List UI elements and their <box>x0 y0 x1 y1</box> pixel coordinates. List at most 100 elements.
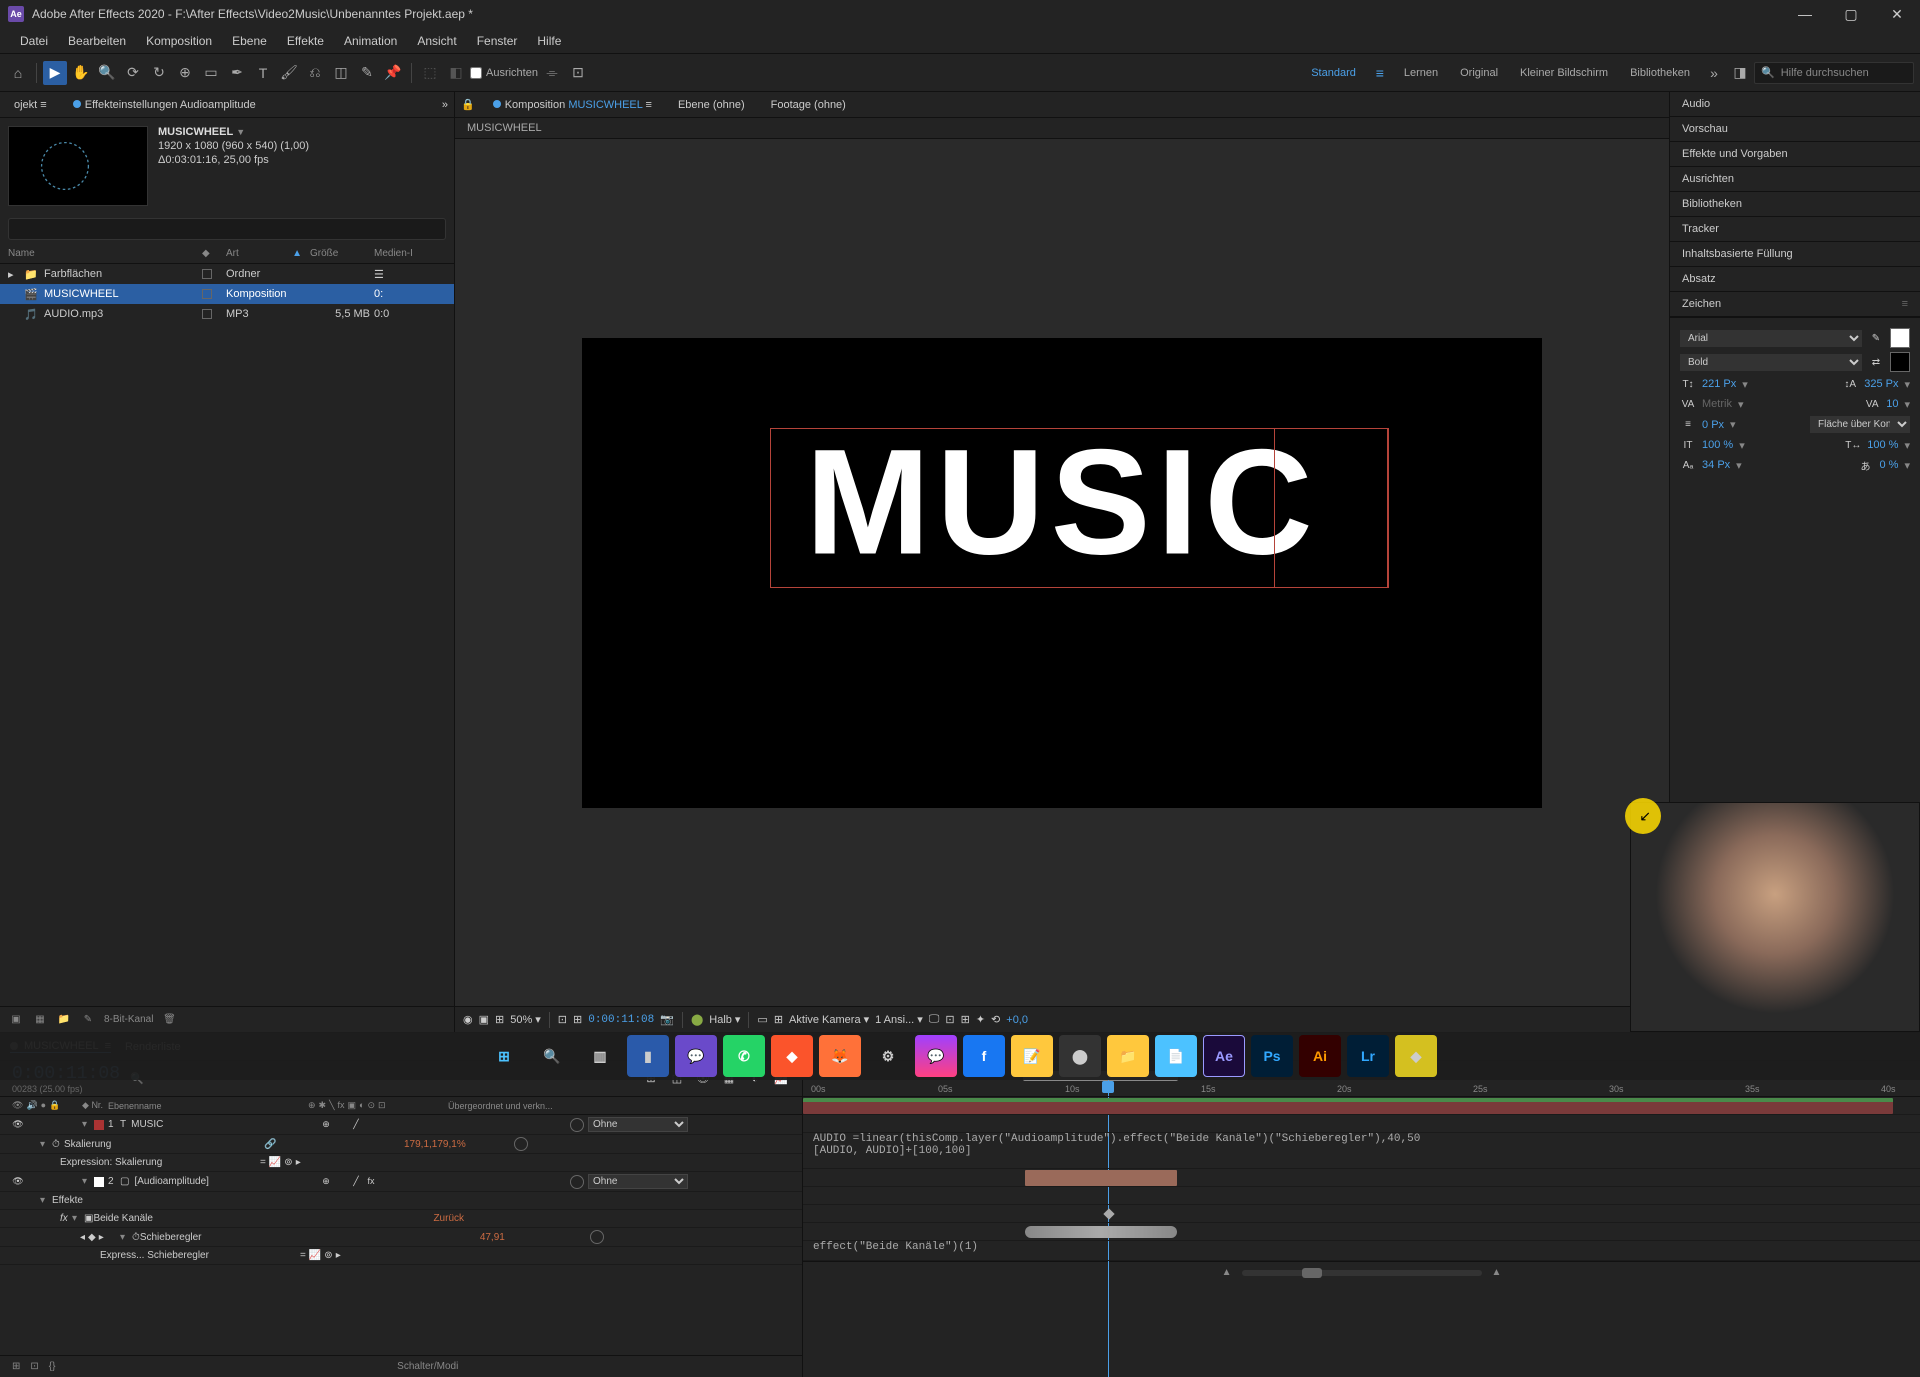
font-weight-select[interactable]: Bold <box>1680 354 1862 371</box>
switches-modes-toggle[interactable]: Schalter/Modi <box>397 1361 458 1372</box>
col-size[interactable]: Größe <box>310 248 370 259</box>
layer-row-audioamp[interactable]: 👁 ▾ 2 ▢[Audioamplitude] ⊕╱fx Ohne <box>0 1172 802 1192</box>
tab-footage[interactable]: Footage (ohne) <box>763 95 854 115</box>
panel-absatz[interactable]: Absatz <box>1670 267 1920 292</box>
keyframe-icon[interactable] <box>1103 1208 1114 1219</box>
roto-tool[interactable]: ✎ <box>355 61 379 85</box>
fx-enabled-icon[interactable]: ▣ <box>84 1213 93 1224</box>
tsume-value[interactable]: 0 % <box>1880 459 1899 471</box>
col-parent[interactable]: Übergeordnet und verkn... <box>448 1101 790 1111</box>
mask-visibility-icon[interactable]: ⊞ <box>495 1013 504 1026</box>
exposure-value[interactable]: +0,0 <box>1006 1014 1028 1026</box>
workspace-bib[interactable]: Bibliotheken <box>1620 63 1700 83</box>
camera-dropdown[interactable]: Aktive Kamera ▾ <box>789 1013 869 1026</box>
stroke-color-swatch[interactable] <box>1890 352 1910 372</box>
brush-tool[interactable]: 🖌 <box>277 61 301 85</box>
vscale-value[interactable]: 100 % <box>1702 439 1733 451</box>
col-label-icon[interactable]: ◆ <box>202 248 222 259</box>
scale-value[interactable]: 179,1,179,1% <box>404 1139 514 1150</box>
taskbar-lr-icon[interactable]: Lr <box>1347 1035 1389 1077</box>
comp-breadcrumb[interactable]: MUSICWHEEL <box>455 118 1669 139</box>
new-comp-icon[interactable]: ▦ <box>32 1012 48 1028</box>
link-icon[interactable]: 🔗 <box>264 1139 276 1150</box>
pickwhip-icon[interactable] <box>514 1137 528 1151</box>
eraser-tool[interactable]: ◫ <box>329 61 353 85</box>
col-art[interactable]: Art▲ <box>226 248 306 259</box>
timeline-nav[interactable]: ▲ ▲ <box>803 1261 1920 1283</box>
panel-ausrichten[interactable]: Ausrichten <box>1670 167 1920 192</box>
tracking-value[interactable]: 10 <box>1886 398 1898 410</box>
panel-effekte[interactable]: Effekte und Vorgaben <box>1670 142 1920 167</box>
composition-canvas[interactable]: MUSIC <box>582 338 1542 808</box>
viewer-lock-icon[interactable]: 🔒 <box>461 98 475 111</box>
panel-tracker[interactable]: Tracker <box>1670 217 1920 242</box>
effect-beide-kanaele[interactable]: fx ▾▣ Beide Kanäle Zurück <box>0 1210 802 1228</box>
taskbar-brave-icon[interactable]: ◆ <box>771 1035 813 1077</box>
layer-label[interactable] <box>94 1177 104 1187</box>
panel-content-fill[interactable]: Inhaltsbasierte Füllung <box>1670 242 1920 267</box>
toggle-switches-icon[interactable]: ⊞ <box>12 1361 20 1372</box>
workspace-lernen[interactable]: Lernen <box>1394 63 1448 83</box>
anchor-tool[interactable]: ⊕ <box>173 61 197 85</box>
menu-komposition[interactable]: Komposition <box>136 30 222 52</box>
panel-overflow-icon[interactable]: » <box>442 99 448 111</box>
prop-schieberegler[interactable]: ◂◆▸ ▾⏱ Schieberegler 47,91 <box>0 1228 802 1247</box>
taskbar-start-icon[interactable]: ⊞ <box>483 1035 525 1077</box>
tab-effect-controls[interactable]: Effekteinstellungen Audioamplitude <box>65 95 264 115</box>
minimize-button[interactable]: — <box>1782 0 1828 28</box>
taskbar-ae-icon[interactable]: Ae <box>1203 1035 1245 1077</box>
stroke-width-value[interactable]: 0 Px <box>1702 419 1724 431</box>
baseline-value[interactable]: 34 Px <box>1702 459 1730 471</box>
pixel-aspect-icon[interactable]: ⊡ <box>945 1013 954 1026</box>
views-dropdown[interactable]: 1 Ansi... ▾ <box>875 1013 923 1026</box>
panel-zeichen[interactable]: Zeichen≡ <box>1670 292 1920 317</box>
leading-value[interactable]: 325 Px <box>1864 378 1898 390</box>
zoom-tool[interactable]: 🔍 <box>95 61 119 85</box>
text-tool[interactable]: T <box>251 61 275 85</box>
comp-thumbnail[interactable] <box>8 126 148 206</box>
pickwhip-icon[interactable] <box>570 1118 584 1132</box>
panel-vorschau[interactable]: Vorschau <box>1670 117 1920 142</box>
expr-menu-icon[interactable]: ▸ <box>336 1250 341 1261</box>
transparency-grid-icon[interactable]: ⊞ <box>573 1013 582 1026</box>
roi-icon[interactable]: ▭ <box>757 1013 767 1026</box>
interpret-footage-icon[interactable]: ▣ <box>8 1012 24 1028</box>
exposure-icon[interactable]: ✦ <box>976 1013 985 1026</box>
project-search-input[interactable] <box>8 218 446 240</box>
panel-audio[interactable]: Audio <box>1670 92 1920 117</box>
viewer-timecode[interactable]: 0:00:11:08 <box>588 1014 654 1026</box>
layer-bar-audioamp[interactable] <box>1025 1170 1177 1186</box>
pickwhip-icon[interactable] <box>570 1175 584 1189</box>
orbit-tool[interactable]: ⟳ <box>121 61 145 85</box>
clone-tool[interactable]: ⎌ <box>303 61 327 85</box>
keyframe-nav-next-icon[interactable]: ▸ <box>99 1232 104 1243</box>
mode-toggle-icon[interactable]: ⬚ <box>418 61 442 85</box>
col-name[interactable]: Name <box>8 248 198 259</box>
zoom-in-icon[interactable]: ▲ <box>1492 1267 1502 1278</box>
reset-link[interactable]: Zurück <box>433 1213 543 1224</box>
font-size-value[interactable]: 221 Px <box>1702 378 1736 390</box>
expression-row-slider[interactable]: Express... Schieberegler =📈⊚▸ <box>0 1247 802 1265</box>
reset-exposure-icon[interactable]: ⟲ <box>991 1013 1000 1026</box>
keyframe-add-icon[interactable]: ◆ <box>88 1232 96 1243</box>
fast-previews-icon[interactable]: ⊞ <box>961 1013 970 1026</box>
stopwatch-icon[interactable]: ⏱ <box>52 1139 64 1150</box>
rect-tool[interactable]: ▭ <box>199 61 223 85</box>
prop-effekte[interactable]: ▾Effekte <box>0 1192 802 1210</box>
layer-row-music[interactable]: 👁 ▾ 1 TMUSIC ⊕╱ Ohne <box>0 1115 802 1135</box>
workspace-overflow-icon[interactable]: » <box>1702 61 1726 85</box>
taskbar-whatsapp-icon[interactable]: ✆ <box>723 1035 765 1077</box>
expression-text-2[interactable]: effect("Beide Kanäle")(1) <box>813 1241 978 1253</box>
taskbar-search-icon[interactable]: 🔍 <box>531 1035 573 1077</box>
slider-value[interactable]: 47,91 <box>480 1232 590 1243</box>
taskbar-firefox-icon[interactable]: 🦊 <box>819 1035 861 1077</box>
expr-enable-icon[interactable]: = <box>260 1157 266 1168</box>
expr-menu-icon[interactable]: ▸ <box>296 1157 301 1168</box>
expression-text[interactable]: AUDIO =linear(thisComp.layer("Audioampli… <box>813 1133 1420 1157</box>
taskbar-obs-icon[interactable]: ⬤ <box>1059 1035 1101 1077</box>
zoom-out-icon[interactable]: ▲ <box>1222 1267 1232 1278</box>
puppet-tool[interactable]: 📌 <box>381 61 405 85</box>
workspace-menu-icon[interactable]: ≡ <box>1368 61 1392 85</box>
new-adjustment-icon[interactable]: ✎ <box>80 1012 96 1028</box>
taskbar-app3-icon[interactable]: ◆ <box>1395 1035 1437 1077</box>
